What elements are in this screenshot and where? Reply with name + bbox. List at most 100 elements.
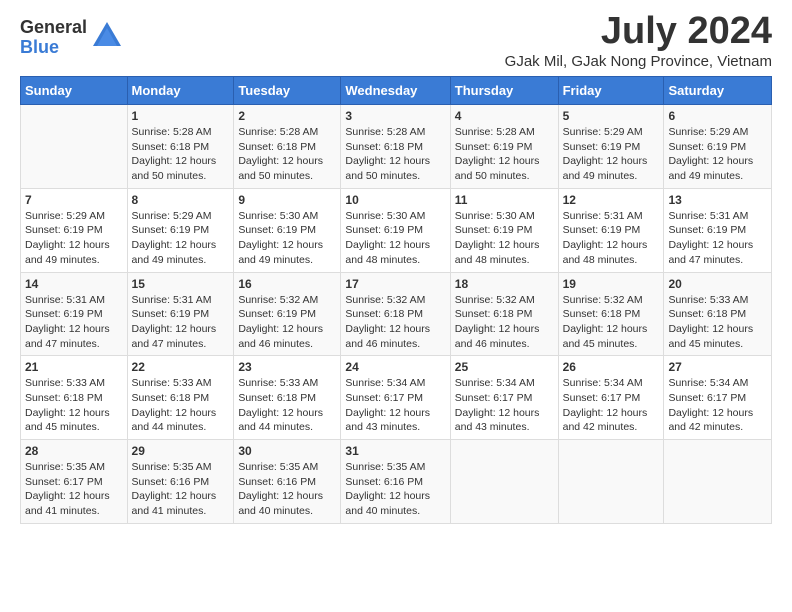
day-number: 8 [132,193,230,207]
day-info: Sunrise: 5:34 AMSunset: 6:17 PMDaylight:… [668,376,767,435]
day-number: 4 [455,109,554,123]
calendar-cell: 6 Sunrise: 5:29 AMSunset: 6:19 PMDaylight… [664,105,772,189]
week-row-2: 7 Sunrise: 5:29 AMSunset: 6:19 PMDaylight… [21,188,772,272]
day-info: Sunrise: 5:34 AMSunset: 6:17 PMDaylight:… [455,376,554,435]
calendar-cell: 7 Sunrise: 5:29 AMSunset: 6:19 PMDaylight… [21,188,128,272]
day-number: 13 [668,193,767,207]
calendar-table: SundayMondayTuesdayWednesdayThursdayFrid… [20,76,772,524]
day-number: 27 [668,360,767,374]
day-number: 3 [345,109,445,123]
calendar-cell: 13 Sunrise: 5:31 AMSunset: 6:19 PMDayligh… [664,188,772,272]
day-info: Sunrise: 5:29 AMSunset: 6:19 PMDaylight:… [132,209,230,268]
logo-general: General [20,18,87,38]
calendar-cell: 11Sunrise: 5:30 AMSunset: 6:19 PMDayligh… [450,188,558,272]
week-row-4: 21 Sunrise: 5:33 AMSunset: 6:18 PMDayligh… [21,356,772,440]
calendar-cell: 21Sunrise: 5:33 AMSunset: 6:18 PMDayligh… [21,356,128,440]
day-info: Sunrise: 5:32 AMSunset: 6:19 PMDaylight:… [238,293,336,352]
day-info: Sunrise: 5:35 AMSunset: 6:16 PMDaylight:… [345,460,445,519]
day-info: Sunrise: 5:32 AMSunset: 6:18 PMDaylight:… [563,293,660,352]
calendar-cell: 29Sunrise: 5:35 AMSunset: 6:16 PMDayligh… [127,440,234,524]
header-friday: Friday [558,77,664,105]
calendar-cell [558,440,664,524]
day-number: 24 [345,360,445,374]
calendar-cell [664,440,772,524]
calendar-cell: 2 Sunrise: 5:28 AMSunset: 6:18 PMDaylight… [234,105,341,189]
header-tuesday: Tuesday [234,77,341,105]
calendar-cell: 4Sunrise: 5:28 AMSunset: 6:19 PMDaylight… [450,105,558,189]
day-info: Sunrise: 5:35 AMSunset: 6:17 PMDaylight:… [25,460,123,519]
day-number: 23 [238,360,336,374]
header-saturday: Saturday [664,77,772,105]
calendar-cell: 25 Sunrise: 5:34 AMSunset: 6:17 PMDayligh… [450,356,558,440]
day-info: Sunrise: 5:29 AMSunset: 6:19 PMDaylight:… [668,125,767,184]
day-number: 7 [25,193,123,207]
day-number: 30 [238,444,336,458]
day-number: 2 [238,109,336,123]
calendar-cell: 9Sunrise: 5:30 AMSunset: 6:19 PMDaylight… [234,188,341,272]
day-number: 19 [563,277,660,291]
day-info: Sunrise: 5:31 AMSunset: 6:19 PMDaylight:… [668,209,767,268]
calendar-cell: 28Sunrise: 5:35 AMSunset: 6:17 PMDayligh… [21,440,128,524]
logo-text: General Blue [20,18,87,58]
month-year-title: July 2024 [505,10,772,53]
calendar-cell: 15Sunrise: 5:31 AMSunset: 6:19 PMDayligh… [127,272,234,356]
title-section: July 2024 GJak Mil, GJak Nong Province, … [505,10,772,70]
calendar-cell: 27 Sunrise: 5:34 AMSunset: 6:17 PMDayligh… [664,356,772,440]
calendar-cell: 19 Sunrise: 5:32 AMSunset: 6:18 PMDayligh… [558,272,664,356]
calendar-cell [450,440,558,524]
day-number: 18 [455,277,554,291]
calendar-cell: 1Sunrise: 5:28 AMSunset: 6:18 PMDaylight… [127,105,234,189]
calendar-cell: 12Sunrise: 5:31 AMSunset: 6:19 PMDayligh… [558,188,664,272]
calendar-cell [21,105,128,189]
calendar-cell: 30 Sunrise: 5:35 AMSunset: 6:16 PMDayligh… [234,440,341,524]
day-info: Sunrise: 5:31 AMSunset: 6:19 PMDaylight:… [132,293,230,352]
day-number: 10 [345,193,445,207]
header-monday: Monday [127,77,234,105]
day-number: 1 [132,109,230,123]
calendar-cell: 26 Sunrise: 5:34 AMSunset: 6:17 PMDayligh… [558,356,664,440]
day-info: Sunrise: 5:30 AMSunset: 6:19 PMDaylight:… [238,209,336,268]
day-number: 17 [345,277,445,291]
day-number: 21 [25,360,123,374]
day-number: 5 [563,109,660,123]
day-info: Sunrise: 5:30 AMSunset: 6:19 PMDaylight:… [345,209,445,268]
day-number: 25 [455,360,554,374]
calendar-cell: 16 Sunrise: 5:32 AMSunset: 6:19 PMDayligh… [234,272,341,356]
day-number: 16 [238,277,336,291]
logo-blue: Blue [20,38,87,58]
day-number: 31 [345,444,445,458]
day-number: 20 [668,277,767,291]
day-info: Sunrise: 5:33 AMSunset: 6:18 PMDaylight:… [238,376,336,435]
day-number: 26 [563,360,660,374]
day-info: Sunrise: 5:31 AMSunset: 6:19 PMDaylight:… [25,293,123,352]
calendar-cell: 8 Sunrise: 5:29 AMSunset: 6:19 PMDaylight… [127,188,234,272]
day-info: Sunrise: 5:32 AMSunset: 6:18 PMDaylight:… [455,293,554,352]
calendar-cell: 5Sunrise: 5:29 AMSunset: 6:19 PMDaylight… [558,105,664,189]
day-info: Sunrise: 5:34 AMSunset: 6:17 PMDaylight:… [563,376,660,435]
calendar-cell: 10 Sunrise: 5:30 AMSunset: 6:19 PMDayligh… [341,188,450,272]
day-info: Sunrise: 5:31 AMSunset: 6:19 PMDaylight:… [563,209,660,268]
calendar-cell: 31 Sunrise: 5:35 AMSunset: 6:16 PMDayligh… [341,440,450,524]
day-info: Sunrise: 5:28 AMSunset: 6:18 PMDaylight:… [238,125,336,184]
week-row-3: 14Sunrise: 5:31 AMSunset: 6:19 PMDayligh… [21,272,772,356]
calendar-cell: 3Sunrise: 5:28 AMSunset: 6:18 PMDaylight… [341,105,450,189]
week-row-1: 1 Sunrise: 5:28 AMSunset: 6:18 PMDaylight… [21,105,772,189]
logo-icon [89,18,125,54]
calendar-cell: 14Sunrise: 5:31 AMSunset: 6:19 PMDayligh… [21,272,128,356]
day-info: Sunrise: 5:34 AMSunset: 6:17 PMDaylight:… [345,376,445,435]
calendar-header-row: SundayMondayTuesdayWednesdayThursdayFrid… [21,77,772,105]
day-info: Sunrise: 5:29 AMSunset: 6:19 PMDaylight:… [25,209,123,268]
logo: General Blue [20,18,125,58]
day-number: 6 [668,109,767,123]
calendar-cell: 18 Sunrise: 5:32 AMSunset: 6:18 PMDayligh… [450,272,558,356]
calendar-cell: 22 Sunrise: 5:33 AMSunset: 6:18 PMDayligh… [127,356,234,440]
day-info: Sunrise: 5:33 AMSunset: 6:18 PMDaylight:… [668,293,767,352]
day-number: 22 [132,360,230,374]
calendar-cell: 24 Sunrise: 5:34 AMSunset: 6:17 PMDayligh… [341,356,450,440]
header-thursday: Thursday [450,77,558,105]
day-info: Sunrise: 5:32 AMSunset: 6:18 PMDaylight:… [345,293,445,352]
day-number: 29 [132,444,230,458]
calendar-cell: 23 Sunrise: 5:33 AMSunset: 6:18 PMDayligh… [234,356,341,440]
day-info: Sunrise: 5:33 AMSunset: 6:18 PMDaylight:… [132,376,230,435]
day-info: Sunrise: 5:35 AMSunset: 6:16 PMDaylight:… [238,460,336,519]
